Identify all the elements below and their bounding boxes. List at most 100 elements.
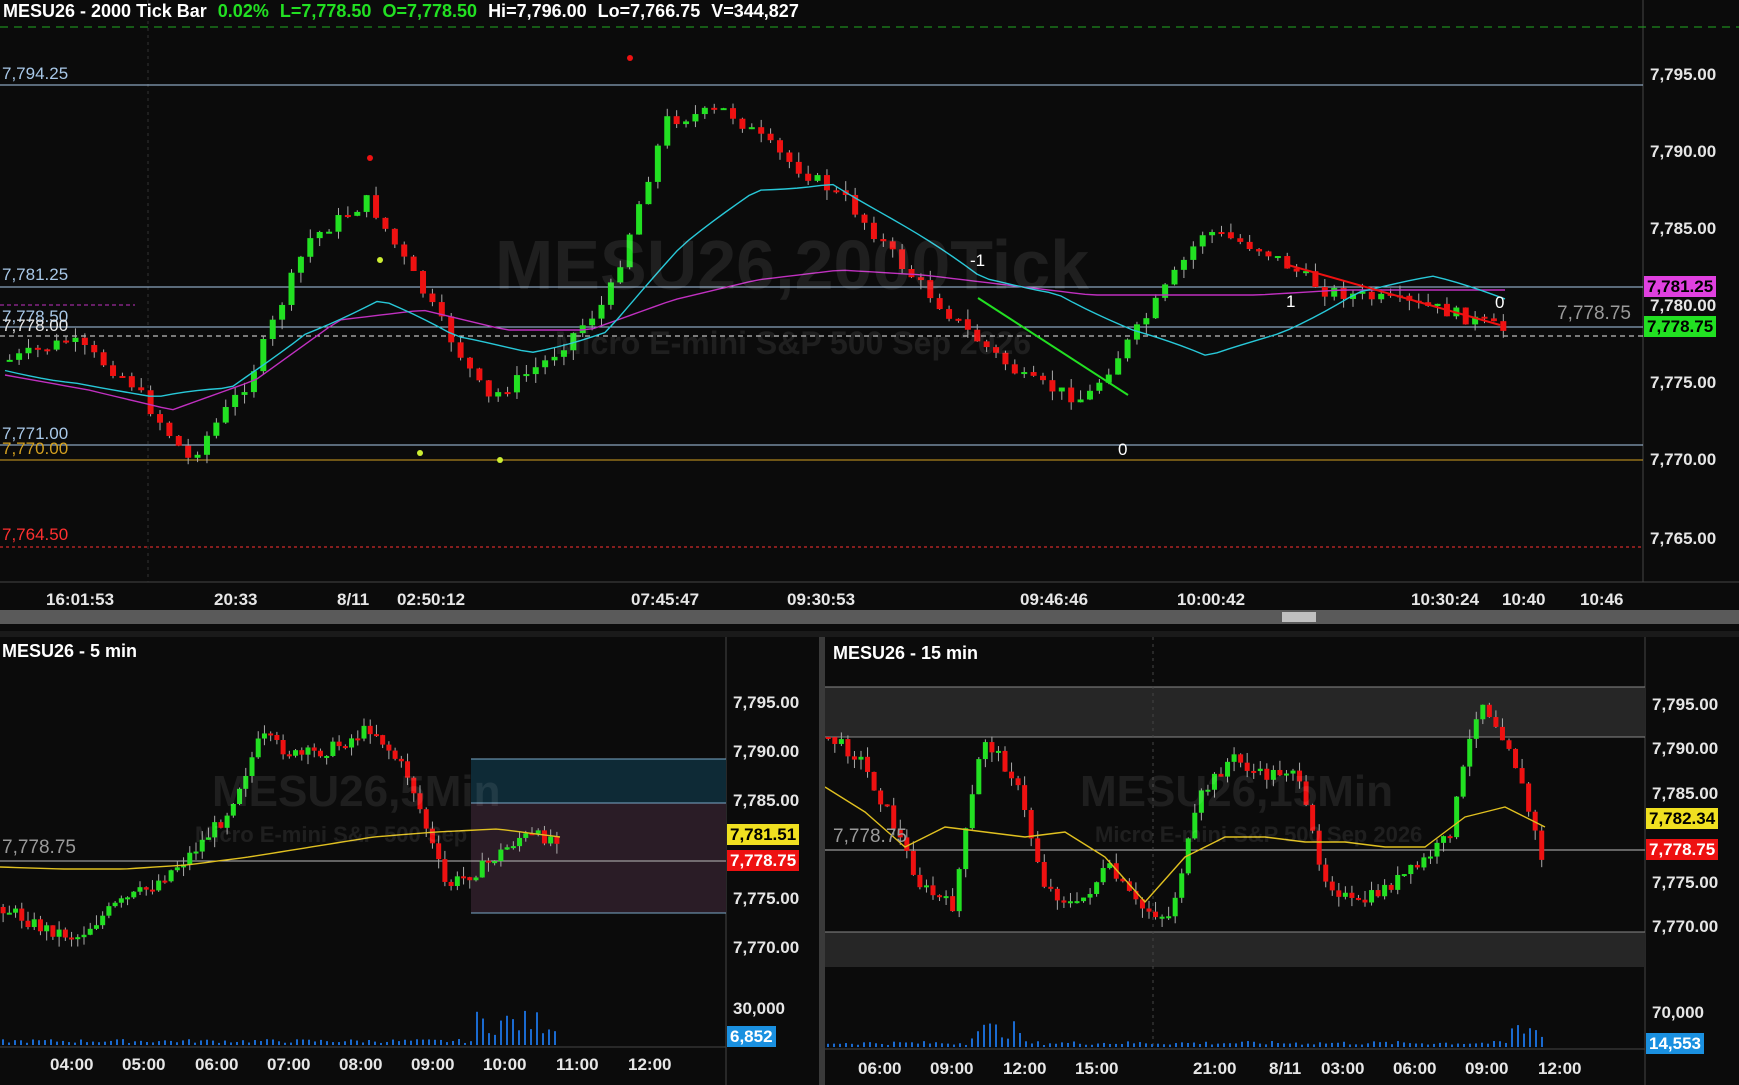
volume-bar: [548, 1029, 550, 1045]
swing-marker: [377, 257, 383, 263]
volume-bar: [1523, 1033, 1525, 1047]
candle: [492, 861, 498, 864]
candle: [884, 804, 890, 807]
tick-chart-canvas[interactable]: [0, 0, 1739, 640]
volume-bar: [1259, 1043, 1261, 1047]
horizontal-scrollbar[interactable]: [0, 610, 1739, 624]
volume-bar: [1427, 1044, 1429, 1047]
slow-ma-price-tag: 7,781.25: [1644, 276, 1717, 297]
volume-bar: [1355, 1044, 1357, 1047]
volume-bar: [899, 1042, 901, 1047]
candle: [69, 937, 75, 940]
volume-bar: [1379, 1042, 1381, 1047]
candle: [286, 754, 292, 757]
volume-bar: [929, 1043, 931, 1047]
time-axis-label: 09:00: [411, 1055, 455, 1074]
candle: [344, 215, 351, 218]
ghost-price-label: 7,778.75: [1557, 303, 1631, 324]
candle: [336, 741, 342, 747]
volume-bar: [1085, 1044, 1087, 1047]
time-axis-label: 10:00:42: [1177, 590, 1246, 609]
candle: [100, 352, 107, 366]
candle: [44, 925, 50, 932]
candle: [1362, 899, 1368, 903]
five-min-chart-canvas[interactable]: [0, 637, 819, 1085]
tick-chart-panel[interactable]: MESU26,2000Tick Micro E-mini S&P 500 Sep…: [0, 0, 1739, 640]
candle: [1077, 399, 1084, 403]
ma-price-tag: 7,782.34: [1646, 808, 1719, 829]
candle: [138, 387, 145, 391]
candle: [1401, 874, 1407, 877]
volume-bar: [1241, 1041, 1243, 1047]
candle: [1030, 372, 1037, 376]
change-percent: 0.02%: [217, 1, 269, 21]
volume-bar: [953, 1044, 955, 1047]
volume-bar: [1145, 1043, 1147, 1047]
volume-bar: [482, 1018, 484, 1045]
candle: [1100, 868, 1106, 883]
chart-watermark: MESU26,5Min: [212, 767, 501, 816]
candle: [1068, 387, 1075, 403]
volume-bar: [1367, 1043, 1369, 1047]
candle: [825, 737, 831, 739]
candle: [297, 256, 304, 273]
candle: [324, 755, 330, 758]
volume-bar: [1001, 1037, 1003, 1047]
volume-bar: [38, 1040, 40, 1045]
candle: [330, 741, 336, 756]
price-axis-label: 7,785.00: [733, 791, 800, 810]
volume-bar: [512, 1019, 514, 1045]
candle: [299, 750, 305, 755]
volume-bar: [410, 1040, 412, 1045]
volume-bar: [1535, 1030, 1537, 1047]
candle: [307, 238, 314, 257]
candle: [119, 375, 126, 378]
chart-watermark-sub: Micro E-mini S&P 500 Sep 2026: [1095, 822, 1423, 847]
candle: [950, 896, 956, 912]
candle: [81, 934, 87, 938]
candle: [1473, 719, 1479, 739]
volume-bar: [1397, 1041, 1399, 1047]
chart-header: MESU26 - 2000 Tick Bar 0.02% L=7,778.50 …: [3, 1, 799, 22]
volume-bar: [1295, 1042, 1297, 1047]
volume-tag: 14,553: [1646, 1033, 1704, 1054]
fifteen-min-chart-panel[interactable]: MESU26,15Min Micro E-mini S&P 500 Sep 20…: [825, 637, 1739, 1085]
candle: [1087, 893, 1093, 898]
volume-bar: [80, 1039, 82, 1045]
candle: [1256, 249, 1263, 252]
volume-bar: [362, 1042, 364, 1045]
volume-bar: [1187, 1042, 1189, 1047]
candle: [174, 867, 180, 871]
volume-bar: [272, 1039, 274, 1045]
candle: [982, 742, 988, 760]
volume-bar: [446, 1042, 448, 1045]
candle: [1378, 293, 1385, 300]
candle: [429, 293, 436, 303]
candle: [963, 828, 969, 870]
candle: [865, 756, 871, 772]
volume-bar: [947, 1043, 949, 1047]
volume-bar: [350, 1039, 352, 1045]
candle: [923, 885, 929, 888]
fifteen-min-chart-canvas[interactable]: [825, 637, 1739, 1085]
candle: [44, 349, 51, 352]
volume-bar: [380, 1042, 382, 1045]
candle: [989, 742, 995, 753]
scrollbar-thumb[interactable]: [1282, 612, 1316, 622]
volume-bar: [1079, 1043, 1081, 1047]
five-min-chart-panel[interactable]: MESU26,5Min Micro E-mini S&P 500 Sep MES…: [0, 637, 819, 1085]
candle: [1180, 259, 1187, 270]
volume-bar: [1343, 1041, 1345, 1047]
time-axis-label: 21:00: [1193, 1059, 1237, 1078]
candle: [454, 876, 460, 887]
candle: [53, 340, 60, 350]
candle: [1519, 768, 1525, 784]
candle: [16, 353, 23, 360]
candle: [137, 887, 143, 892]
volume-bar: [146, 1042, 148, 1045]
volume-bar: [182, 1040, 184, 1045]
candle: [910, 850, 916, 875]
candle: [1336, 890, 1342, 897]
candle: [37, 919, 43, 932]
time-axis-label: 8/11: [337, 590, 370, 609]
